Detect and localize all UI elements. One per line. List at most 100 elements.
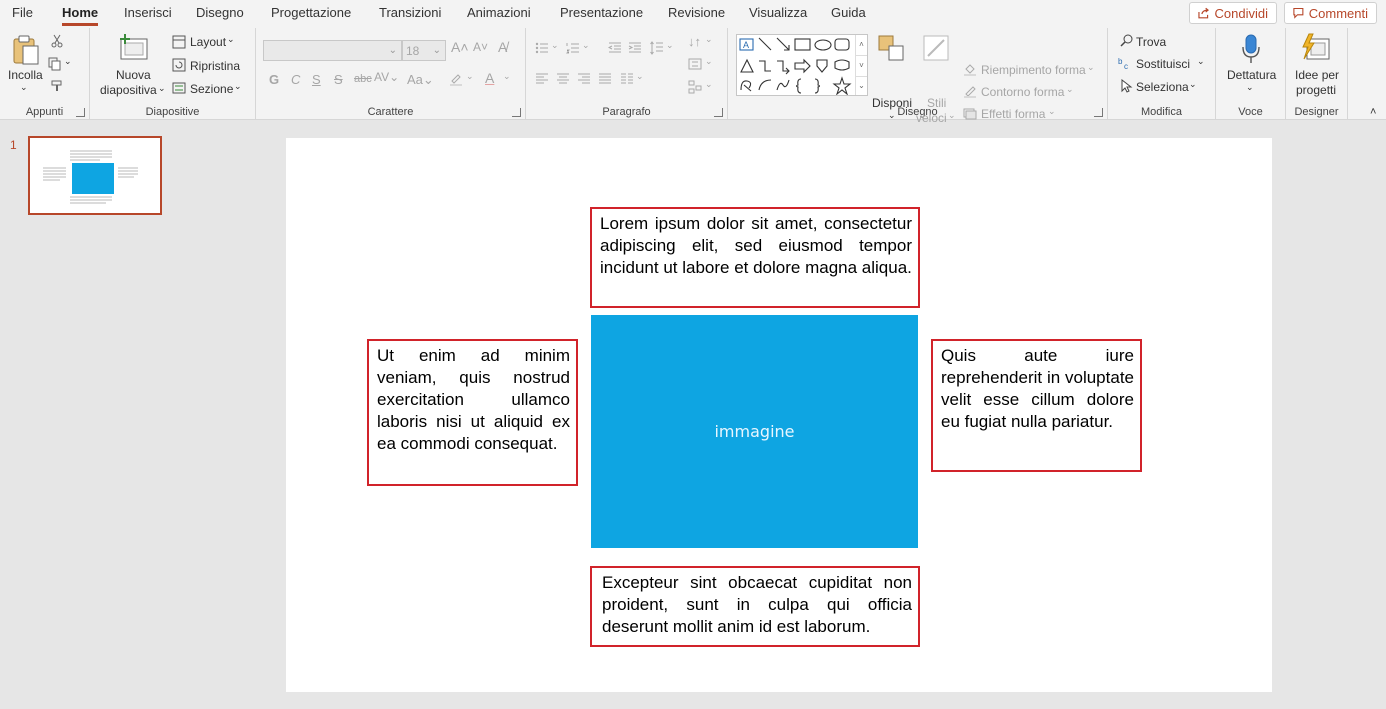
- shapes-scroll[interactable]: ˄ ˅ ⌄: [855, 35, 867, 95]
- font-size-field[interactable]: 18 ⌄: [402, 40, 446, 61]
- numbering-dropdown-icon[interactable]: ⌄: [582, 40, 590, 51]
- arrange-button[interactable]: Disponi: [872, 96, 912, 110]
- italic-icon[interactable]: C: [291, 72, 300, 87]
- columns-icon[interactable]: [620, 72, 634, 86]
- smartart-icon[interactable]: [688, 80, 702, 94]
- font-name-dropdown-icon[interactable]: ⌄: [389, 45, 397, 56]
- collapse-ribbon-icon[interactable]: ˄: [1370, 106, 1376, 118]
- quick-styles-label-1[interactable]: Stili: [927, 96, 946, 110]
- bullets-icon[interactable]: [535, 41, 549, 55]
- tab-progettazione[interactable]: Progettazione: [271, 5, 351, 20]
- shape-outline-button[interactable]: Contorno forma: [981, 85, 1064, 99]
- disegno-launcher-icon[interactable]: [1094, 108, 1103, 117]
- align-text-dropdown-icon[interactable]: ⌄: [705, 56, 713, 67]
- select-dropdown-icon[interactable]: ⌄: [1189, 79, 1197, 90]
- tab-disegno[interactable]: Disegno: [196, 5, 244, 20]
- layout-dropdown-icon[interactable]: ⌄: [227, 34, 235, 45]
- replace-button[interactable]: Sostituisci: [1136, 57, 1190, 71]
- line-spacing-dropdown-icon[interactable]: ⌄: [666, 40, 674, 51]
- justify-icon[interactable]: [598, 72, 612, 86]
- columns-dropdown-icon[interactable]: ⌄: [636, 71, 644, 82]
- char-spacing-icon[interactable]: AV⌄: [374, 70, 399, 84]
- comments-button[interactable]: Commenti: [1284, 2, 1377, 24]
- increase-indent-icon[interactable]: [628, 41, 642, 55]
- select-button[interactable]: Seleziona: [1136, 80, 1189, 94]
- replace-dropdown-icon[interactable]: ⌄: [1197, 56, 1205, 67]
- reset-button[interactable]: Ripristina: [190, 59, 240, 73]
- section-dropdown-icon[interactable]: ⌄: [234, 81, 242, 92]
- slide-canvas[interactable]: Lorem ipsum dolor sit amet, consectetur …: [286, 138, 1272, 692]
- decrease-indent-icon[interactable]: [608, 41, 622, 55]
- layout-button[interactable]: Layout: [190, 35, 226, 49]
- change-case-icon[interactable]: Aa⌄: [407, 72, 434, 88]
- align-text-icon[interactable]: [688, 57, 702, 71]
- text-box-left[interactable]: Ut enim ad minim veniam, quis nostrud ex…: [367, 339, 578, 486]
- image-placeholder[interactable]: immagine: [591, 315, 918, 548]
- bold-icon[interactable]: G: [269, 72, 279, 87]
- tab-transizioni[interactable]: Transizioni: [379, 5, 441, 20]
- font-name-field[interactable]: ⌄: [263, 40, 402, 61]
- slide-thumbnail[interactable]: [28, 136, 162, 215]
- highlight-dropdown-icon[interactable]: ⌄: [466, 71, 474, 82]
- tab-guida[interactable]: Guida: [831, 5, 866, 20]
- quick-styles-label-2[interactable]: veloci: [916, 111, 947, 125]
- paragrafo-launcher-icon[interactable]: [714, 108, 723, 117]
- align-left-icon[interactable]: [535, 72, 549, 86]
- dictate-dropdown-icon[interactable]: ⌄: [1246, 82, 1254, 93]
- shapes-scroll-down-icon[interactable]: ˅: [856, 55, 867, 76]
- align-right-icon[interactable]: [577, 72, 591, 86]
- design-ideas-label-1[interactable]: Idee per: [1295, 68, 1339, 82]
- decrease-font-icon[interactable]: A˅: [473, 40, 488, 54]
- new-slide-label-1[interactable]: Nuova: [116, 68, 151, 82]
- tab-visualizza[interactable]: Visualizza: [749, 5, 807, 20]
- paste-button[interactable]: Incolla: [8, 68, 43, 82]
- text-box-right[interactable]: Quis aute iure reprehenderit in voluptat…: [931, 339, 1142, 472]
- strikethrough-icon[interactable]: S: [334, 72, 343, 87]
- highlight-icon[interactable]: [449, 72, 463, 86]
- find-button[interactable]: Trova: [1136, 35, 1166, 49]
- cut-icon[interactable]: [50, 34, 64, 48]
- font-color-icon[interactable]: A: [485, 70, 494, 86]
- tab-file[interactable]: File: [12, 5, 33, 20]
- copy-dropdown-icon[interactable]: ⌄: [64, 56, 72, 67]
- quick-styles-dropdown-icon[interactable]: ⌄: [948, 110, 956, 121]
- text-box-top[interactable]: Lorem ipsum dolor sit amet, consectetur …: [590, 207, 920, 308]
- shadow-icon[interactable]: abc: [354, 73, 372, 85]
- line-spacing-icon[interactable]: [650, 41, 664, 55]
- appunti-launcher-icon[interactable]: [76, 108, 85, 117]
- carattere-launcher-icon[interactable]: [512, 108, 521, 117]
- dictate-button[interactable]: Dettatura: [1227, 68, 1276, 82]
- new-slide-dropdown-icon[interactable]: ⌄: [158, 83, 166, 94]
- arrange-dropdown-icon[interactable]: ⌄: [888, 110, 896, 121]
- tab-revisione[interactable]: Revisione: [668, 5, 725, 20]
- align-center-icon[interactable]: [556, 72, 570, 86]
- shape-fill-button[interactable]: Riempimento forma: [981, 63, 1086, 77]
- shapes-scroll-up-icon[interactable]: ˄: [856, 35, 867, 55]
- increase-font-icon[interactable]: A˄: [451, 39, 469, 55]
- numbering-icon[interactable]: [566, 41, 580, 55]
- text-direction-icon[interactable]: ↓↑: [688, 34, 701, 49]
- new-slide-label-2[interactable]: diapositiva: [100, 83, 157, 97]
- bullets-dropdown-icon[interactable]: ⌄: [551, 40, 559, 51]
- shape-effects-dropdown-icon[interactable]: ⌄: [1048, 106, 1056, 117]
- font-color-dropdown-icon[interactable]: ⌄: [503, 71, 511, 82]
- copy-icon[interactable]: [48, 57, 62, 71]
- smartart-dropdown-icon[interactable]: ⌄: [705, 79, 713, 90]
- design-ideas-label-2[interactable]: progetti: [1296, 83, 1336, 97]
- shape-outline-dropdown-icon[interactable]: ⌄: [1066, 84, 1074, 95]
- text-direction-dropdown-icon[interactable]: ⌄: [705, 34, 713, 45]
- share-button[interactable]: Condividi: [1189, 2, 1277, 24]
- font-size-dropdown-icon[interactable]: ⌄: [433, 45, 441, 56]
- shape-effects-button[interactable]: Effetti forma: [981, 107, 1045, 121]
- shape-fill-dropdown-icon[interactable]: ⌄: [1087, 62, 1095, 73]
- format-painter-icon[interactable]: [50, 79, 64, 93]
- paste-dropdown-icon[interactable]: ⌄: [20, 82, 28, 93]
- tab-presentazione[interactable]: Presentazione: [560, 5, 643, 20]
- text-box-bottom[interactable]: Excepteur sint obcaecat cupiditat non pr…: [590, 566, 920, 647]
- tab-inserisci[interactable]: Inserisci: [124, 5, 172, 20]
- clear-formatting-icon[interactable]: A̸: [498, 39, 507, 55]
- tab-home[interactable]: Home: [62, 5, 99, 26]
- shapes-more-icon[interactable]: ⌄: [856, 76, 867, 95]
- shapes-gallery[interactable]: A ˄ ˅ ⌄: [736, 34, 868, 96]
- underline-icon[interactable]: S: [312, 72, 321, 87]
